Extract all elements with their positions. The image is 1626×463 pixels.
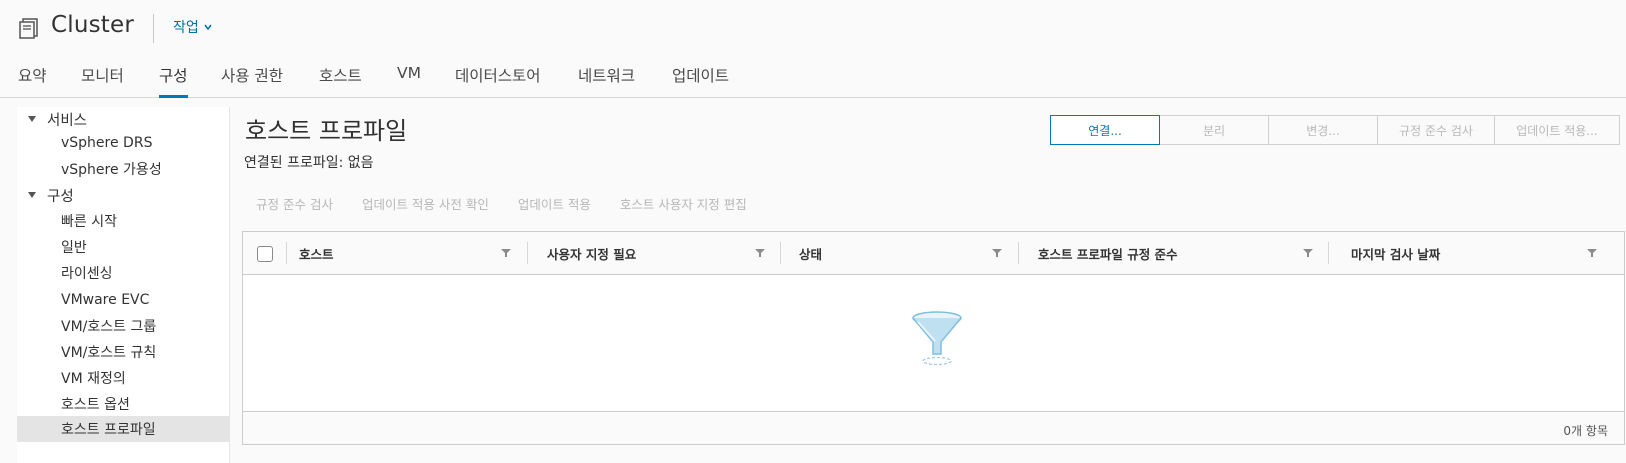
- grid-header: 호스트 사용자 지정 필요 상태 호스트 프로파일 규정 준수 마지막 검사 날…: [243, 232, 1624, 275]
- tab-monitor[interactable]: 모니터: [81, 64, 124, 98]
- sidebar-item-general[interactable]: 일반: [17, 234, 230, 260]
- check-compliance-action[interactable]: 규정 준수 검사: [256, 194, 333, 212]
- caret-down-icon: [28, 192, 36, 198]
- filter-icon[interactable]: [1303, 248, 1313, 258]
- cluster-icon: [19, 18, 38, 39]
- funnel-empty-icon: [912, 311, 962, 366]
- column-header-status[interactable]: 상태: [799, 232, 822, 274]
- tab-permissions[interactable]: 사용 권한: [221, 64, 283, 98]
- sidebar-item-vmware-evc[interactable]: VMware EVC: [17, 287, 230, 313]
- section-title: 호스트 프로파일: [245, 117, 408, 145]
- sidebar-group-label: 구성: [47, 188, 74, 205]
- page-header: Cluster 작업: [0, 0, 1626, 56]
- filter-icon[interactable]: [501, 248, 511, 258]
- grid-footer: 0개 항목: [243, 411, 1624, 444]
- sidebar-item-vm-overrides[interactable]: VM 재정의: [17, 365, 230, 391]
- column-divider: [1018, 242, 1019, 264]
- tab-summary[interactable]: 요약: [18, 64, 47, 98]
- tab-bar: 요약 모니터 구성 사용 권한 호스트 VM 데이터스토어 네트워크 업데이트: [0, 56, 1626, 98]
- attach-button[interactable]: 연결...: [1050, 115, 1160, 145]
- detach-button[interactable]: 분리: [1159, 115, 1269, 145]
- chevron-down-icon: [204, 24, 212, 31]
- pre-check-remediation-action[interactable]: 업데이트 적용 사전 확인: [362, 194, 489, 212]
- column-divider: [286, 242, 287, 264]
- actions-menu-button[interactable]: 작업: [173, 17, 213, 37]
- page-title: Cluster: [51, 12, 135, 38]
- tab-vms[interactable]: VM: [397, 64, 421, 98]
- column-header-last-checked[interactable]: 마지막 검사 날짜: [1351, 232, 1440, 274]
- settings-sidebar: 서비스 vSphere DRS vSphere 가용성 구성 빠른 시작 일반 …: [17, 107, 230, 463]
- sidebar-item-quickstart[interactable]: 빠른 시작: [17, 208, 230, 234]
- title-divider: [153, 14, 154, 43]
- linked-profile-status: 연결된 프로파일: 없음: [244, 155, 374, 171]
- filter-icon[interactable]: [1587, 248, 1597, 258]
- hosts-datagrid: 호스트 사용자 지정 필요 상태 호스트 프로파일 규정 준수 마지막 검사 날…: [242, 231, 1625, 445]
- sidebar-item-vsphere-ha[interactable]: vSphere 가용성: [17, 156, 230, 182]
- filter-icon[interactable]: [755, 248, 765, 258]
- profile-action-buttons: 연결... 분리 변경... 규정 준수 검사 업데이트 적용...: [1050, 115, 1620, 145]
- sidebar-item-host-options[interactable]: 호스트 옵션: [17, 391, 230, 417]
- column-header-customization-required[interactable]: 사용자 지정 필요: [547, 232, 636, 274]
- sidebar-group-configuration[interactable]: 구성: [17, 183, 74, 207]
- tab-datastores[interactable]: 데이터스토어: [455, 64, 541, 98]
- actions-menu-label: 작업: [173, 20, 199, 36]
- change-button[interactable]: 변경...: [1268, 115, 1378, 145]
- column-divider: [527, 242, 528, 264]
- tab-networks[interactable]: 네트워크: [578, 64, 635, 98]
- filter-icon[interactable]: [992, 248, 1002, 258]
- check-compliance-button[interactable]: 규정 준수 검사: [1377, 115, 1495, 145]
- column-header-compliance[interactable]: 호스트 프로파일 규정 준수: [1038, 232, 1178, 274]
- sidebar-group-services[interactable]: 서비스: [17, 107, 87, 131]
- sidebar-group-label: 서비스: [47, 112, 88, 129]
- tab-hosts[interactable]: 호스트: [319, 64, 362, 98]
- column-divider: [1328, 242, 1329, 264]
- remediate-button[interactable]: 업데이트 적용...: [1494, 115, 1620, 145]
- select-all-checkbox[interactable]: [257, 246, 273, 262]
- edit-host-customizations-action[interactable]: 호스트 사용자 지정 편집: [620, 194, 747, 212]
- grid-action-bar: 규정 준수 검사 업데이트 적용 사전 확인 업데이트 적용 호스트 사용자 지…: [256, 194, 776, 212]
- remediate-action[interactable]: 업데이트 적용: [518, 194, 591, 212]
- sidebar-item-vsphere-drs[interactable]: vSphere DRS: [17, 130, 230, 156]
- tab-updates[interactable]: 업데이트: [672, 64, 729, 98]
- column-header-host[interactable]: 호스트: [299, 232, 334, 274]
- sidebar-item-vm-host-rules[interactable]: VM/호스트 규칙: [17, 339, 230, 365]
- sidebar-item-licensing[interactable]: 라이센싱: [17, 260, 230, 286]
- column-divider: [780, 242, 781, 264]
- item-count: 0개 항목: [1563, 424, 1608, 438]
- tab-configure[interactable]: 구성: [159, 64, 188, 98]
- caret-down-icon: [28, 116, 36, 122]
- sidebar-item-vm-host-groups[interactable]: VM/호스트 그룹: [17, 313, 230, 339]
- sidebar-item-host-profile[interactable]: 호스트 프로파일: [17, 416, 230, 442]
